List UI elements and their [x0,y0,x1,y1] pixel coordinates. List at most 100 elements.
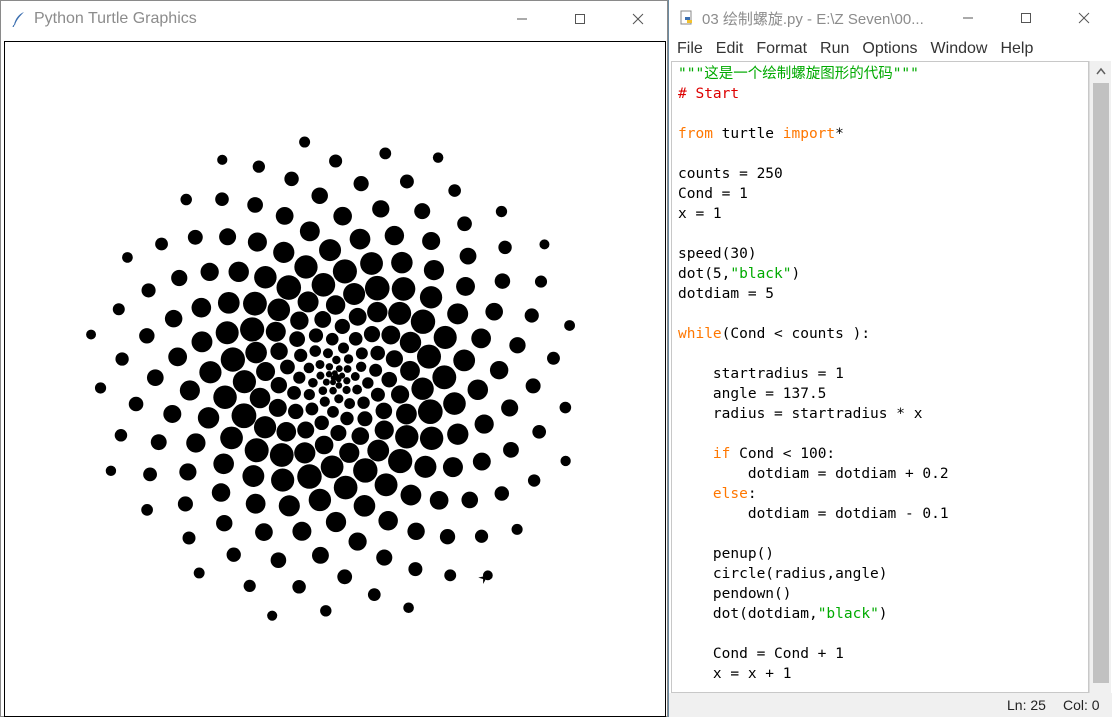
menu-edit[interactable]: Edit [716,40,744,58]
scroll-up-button[interactable] [1090,61,1112,81]
turtle-canvas[interactable] [4,41,666,717]
idle-titlebar[interactable]: 03 绘制螺旋.py - E:\Z Seven\00... [669,0,1112,36]
spiral-dot [417,344,441,369]
spiral-dot [267,298,291,322]
spiral-dot [432,365,457,390]
minimize-icon [517,18,527,20]
code-token: ) [878,606,888,622]
spiral-dot [278,495,300,517]
spiral-dot [290,311,309,330]
menu-options[interactable]: Options [862,40,917,58]
spiral-dot [348,332,363,346]
spiral-dot [191,297,212,318]
spiral-dot [191,331,213,353]
code-token: Cond = Cond + 1 [678,646,844,662]
code-editor[interactable]: """这是一个绘制螺旋图形的代码""" # Start from turtle i… [671,61,1089,693]
close-button[interactable] [609,1,667,37]
spiral-dot [105,465,117,477]
spiral-dot [509,337,526,354]
spiral-dot [474,414,494,434]
spiral-dot [350,372,360,381]
spiral-dot [243,579,256,593]
spiral-dot [385,350,403,368]
code-token: from [678,126,713,142]
spiral-dot [271,468,295,492]
turtle-titlebar[interactable]: Python Turtle Graphics [1,1,667,37]
minimize-button[interactable] [493,1,551,37]
maximize-button[interactable] [551,1,609,37]
spiral-dot [270,552,287,568]
spiral-dot [200,262,219,282]
spiral-dot [369,363,383,377]
spiral-dot [297,421,315,439]
code-line: Cond = Cond + 1 [678,644,1088,664]
spiral-dot [503,441,519,458]
spiral-dot [256,362,276,382]
spiral-dot [114,429,128,442]
spiral-dot [267,610,278,621]
spiral-dot [407,522,425,541]
spiral-dot [219,228,237,246]
spiral-dot [417,399,443,425]
spiral-dot [180,193,192,206]
code-token: angle = 137.5 [678,386,827,402]
code-token: (Cond < counts ): [721,326,871,342]
code-token: turtle [712,126,783,142]
menu-run[interactable]: Run [820,40,849,58]
spiral-dot [338,372,346,379]
menu-help[interactable]: Help [1000,40,1033,58]
spiral-dot [308,377,318,388]
spiral-dot [168,347,188,367]
spiral-dot [193,567,205,579]
spiral-dot [284,171,299,187]
spiral-dot [150,434,167,451]
spiral-dot [320,605,332,617]
code-token: dot(5, [678,266,731,282]
spiral-dot [333,475,358,500]
spiral-dot [343,282,366,305]
spiral-dot [186,433,206,453]
spiral-dot [485,302,503,321]
spiral-dot [331,370,338,376]
menu-format[interactable]: Format [756,40,807,58]
spiral-dot [254,266,277,289]
spiral-dot [171,269,188,287]
minimize-button[interactable] [939,0,997,36]
spiral-dot [273,241,295,263]
code-line: Cond = 1 [678,184,1088,204]
code-token: # Start [678,86,740,102]
spiral-dot [447,423,469,445]
spiral-dot [410,309,436,334]
vertical-scrollbar[interactable] [1089,61,1111,693]
code-token: penup() [678,546,775,562]
spiral-dot [316,371,325,380]
code-line: angle = 137.5 [678,384,1088,404]
code-token: "black" [730,266,792,282]
maximize-button[interactable] [997,0,1055,36]
scrollbar-thumb[interactable] [1093,83,1109,683]
spiral-dot [400,360,420,381]
spiral-dot [253,416,277,439]
spiral-dot [247,232,267,252]
menu-file[interactable]: File [677,40,703,58]
code-token: pendown() [678,586,792,602]
code-line: x = 1 [678,204,1088,224]
column-status: Col: 0 [1063,697,1100,713]
code-token: * [835,126,844,142]
spiral-dot [320,455,344,479]
code-line: dotdiam = dotdiam - 0.1 [678,504,1088,524]
spiral-dot [353,176,369,192]
spiral-dot [325,363,334,371]
spiral-dot [315,359,325,369]
close-button[interactable] [1055,0,1112,36]
spiral-dot [419,286,443,309]
spiral-dot [355,347,368,360]
spiral-dot [372,200,390,218]
code-line: x = x + 1 [678,664,1088,684]
spiral-dot [245,341,267,364]
menu-window[interactable]: Window [931,40,988,58]
spiral-dot [348,307,367,326]
spiral-dot [472,452,491,471]
spiral-dot [391,277,416,301]
spiral-dot [524,308,539,323]
